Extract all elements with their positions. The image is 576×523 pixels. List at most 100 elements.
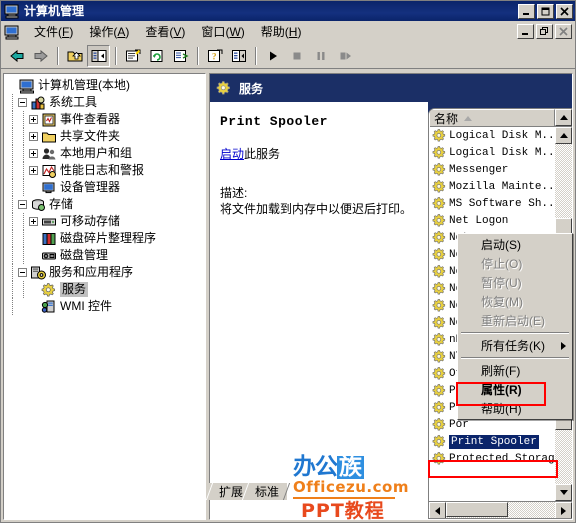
list-item[interactable]: Mozilla Mainte...: [429, 178, 572, 195]
maximize-button[interactable]: [537, 3, 554, 19]
service-context-menu[interactable]: 启动(S) 停止(O) 暂停(U) 恢复(M) 重新启动(E) 所有任务(K) …: [457, 233, 573, 420]
sidebar-item-services[interactable]: 服务: [7, 281, 205, 298]
context-menu-item-label: 帮助(H): [481, 402, 522, 416]
list-item[interactable]: Messenger: [429, 161, 572, 178]
list-item[interactable]: MS Software Sh...: [429, 195, 572, 212]
show-tree-icon[interactable]: [87, 44, 110, 67]
toolbar-separator: [57, 46, 59, 65]
sidebar-item-performance-logs[interactable]: 性能日志和警报: [7, 162, 205, 179]
tree-root-computer-management[interactable]: 计算机管理(本地): [7, 77, 205, 94]
sidebar-item-device-manager[interactable]: 设备管理器: [7, 179, 205, 196]
console-tree-pane[interactable]: 计算机管理(本地) 系统工具 事件查看器 共享文件夹 本地用户和组 性能日志和警…: [3, 73, 206, 520]
tree-line: [18, 230, 29, 247]
sidebar-item-removable-storage[interactable]: 可移动存储: [7, 213, 205, 230]
expander-none: [29, 302, 38, 311]
close-button[interactable]: [556, 3, 573, 19]
computer-icon: [19, 78, 35, 94]
tree-line: [18, 247, 29, 264]
sidebar-item-label: 系统工具: [49, 95, 98, 109]
hscrollbar-track[interactable]: [446, 502, 555, 518]
list-item[interactable]: Logical Disk M...: [429, 144, 572, 161]
results-header-title: 服务: [239, 81, 264, 96]
context-menu-item-resume[interactable]: 恢复(M): [459, 292, 571, 311]
menu-window[interactable]: 窗口(W): [193, 22, 252, 42]
console-tree: 计算机管理(本地) 系统工具 事件查看器 共享文件夹 本地用户和组 性能日志和警…: [4, 74, 205, 315]
scroll-up-button[interactable]: [555, 127, 572, 144]
context-menu-item-restart[interactable]: 重新启动(E): [459, 311, 571, 330]
context-menu-item-all-tasks[interactable]: 所有任务(K): [459, 336, 571, 355]
sidebar-item-system-tools[interactable]: 系统工具: [7, 94, 205, 111]
refresh-icon[interactable]: [145, 45, 168, 67]
context-menu-item-properties[interactable]: 属性(R): [459, 380, 571, 399]
expander-plus[interactable]: [29, 115, 38, 124]
service-gear-icon: [432, 298, 447, 313]
start-service-icon[interactable]: [261, 45, 284, 67]
expander-minus[interactable]: [18, 200, 27, 209]
service-gear-icon: [432, 247, 447, 262]
stop-service-icon[interactable]: [285, 45, 308, 67]
tree-line: [18, 281, 29, 298]
tab-standard[interactable]: 标准: [245, 483, 288, 500]
sidebar-item-services-and-applications[interactable]: 服务和应用程序: [7, 264, 205, 281]
list-item-label: Print Spooler: [449, 434, 539, 449]
child-restore-button[interactable]: [536, 24, 553, 39]
restart-service-icon[interactable]: [333, 45, 356, 67]
menu-file[interactable]: 文件(F): [26, 22, 81, 42]
list-item[interactable]: Net Logon: [429, 212, 572, 229]
list-item[interactable]: Protected Storage: [429, 450, 572, 467]
context-menu-item-stop[interactable]: 停止(O): [459, 254, 571, 273]
context-menu-item-label: 启动(S): [481, 238, 521, 252]
sidebar-item-disk-defragmenter[interactable]: 磁盘碎片整理程序: [7, 230, 205, 247]
expander-plus[interactable]: [29, 217, 38, 226]
hscrollbar-thumb[interactable]: [446, 502, 508, 517]
up-folder-icon[interactable]: [63, 45, 86, 67]
child-close-button[interactable]: [555, 24, 572, 39]
sidebar-item-local-users-groups[interactable]: 本地用户和组: [7, 145, 205, 162]
sidebar-item-disk-management[interactable]: 磁盘管理: [7, 247, 205, 264]
list-horizontal-scrollbar[interactable]: [429, 501, 572, 518]
scroll-right-button[interactable]: [555, 502, 572, 518]
sidebar-item-shared-folders[interactable]: 共享文件夹: [7, 128, 205, 145]
expander-plus[interactable]: [29, 166, 38, 175]
back-icon[interactable]: [5, 45, 28, 67]
forward-icon[interactable]: [29, 45, 52, 67]
service-gear-icon: [432, 145, 447, 160]
expander-none: [29, 251, 38, 260]
service-gear-icon: [216, 80, 232, 96]
event-viewer-icon: [41, 112, 57, 128]
sidebar-item-label: 共享文件夹: [60, 129, 121, 143]
menu-view[interactable]: 查看(V): [137, 22, 193, 42]
expander-plus[interactable]: [29, 132, 38, 141]
column-header-name[interactable]: 名称: [429, 109, 555, 127]
properties-icon[interactable]: [121, 45, 144, 67]
sidebar-item-wmi-control[interactable]: WMI 控件: [7, 298, 205, 315]
sidebar-item-storage[interactable]: 存储: [7, 196, 205, 213]
start-service-link[interactable]: 启动: [220, 147, 244, 161]
export-list-icon[interactable]: [169, 45, 192, 67]
scroll-down-button[interactable]: [555, 484, 572, 501]
minimize-button[interactable]: [518, 3, 535, 19]
expander-plus[interactable]: [29, 149, 38, 158]
menu-help[interactable]: 帮助(H): [253, 22, 310, 42]
list-scroll-up-button[interactable]: [555, 109, 572, 126]
performance-logs-icon: [41, 163, 57, 179]
pause-service-icon[interactable]: [309, 45, 332, 67]
help-icon[interactable]: ?: [203, 45, 226, 67]
menu-action-accel: A: [117, 24, 126, 39]
tree-line: [7, 111, 18, 128]
context-menu-item-help[interactable]: 帮助(H): [459, 399, 571, 418]
expander-minus[interactable]: [18, 98, 27, 107]
sidebar-item-event-viewer[interactable]: 事件查看器: [7, 111, 205, 128]
service-gear-icon: [432, 213, 447, 228]
scroll-left-button[interactable]: [429, 502, 446, 518]
child-minimize-button[interactable]: [517, 24, 534, 39]
expander-minus[interactable]: [18, 268, 27, 277]
show-details-icon[interactable]: [227, 45, 250, 67]
menu-action[interactable]: 操作(A): [81, 22, 137, 42]
context-menu-item-start[interactable]: 启动(S): [459, 235, 571, 254]
context-menu-item-pause[interactable]: 暂停(U): [459, 273, 571, 292]
list-item[interactable]: Logical Disk M...: [429, 127, 572, 144]
sidebar-item-label: WMI 控件: [60, 299, 112, 313]
list-item-print-spooler[interactable]: Print Spooler: [429, 433, 572, 450]
context-menu-item-refresh[interactable]: 刷新(F): [459, 361, 571, 380]
